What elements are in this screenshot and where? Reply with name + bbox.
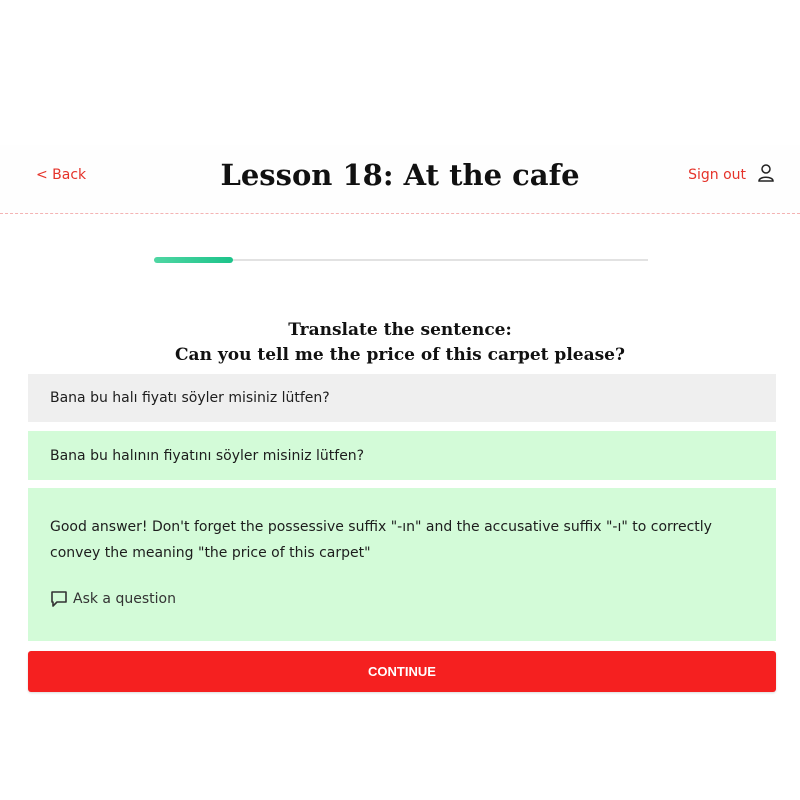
speech-bubble-icon xyxy=(51,591,67,607)
continue-button-label: CONTINUE xyxy=(368,664,436,679)
user-icon[interactable] xyxy=(756,163,776,183)
header-bar: < Back Lesson 18: At the cafe Sign out xyxy=(0,145,800,214)
sign-out-link[interactable]: Sign out xyxy=(688,167,746,183)
prompt-instruction: Translate the sentence: xyxy=(288,320,512,340)
prompt-sentence: Can you tell me the price of this carpet… xyxy=(175,345,625,365)
feedback-text: Good answer! Don't forget the possessive… xyxy=(50,519,712,561)
continue-button[interactable]: CONTINUE xyxy=(28,651,776,692)
page-title: Lesson 18: At the cafe xyxy=(220,158,580,192)
ask-question-button[interactable]: Ask a question xyxy=(50,590,176,608)
correct-answer-text: Bana bu halının fiyatını söyler misiniz … xyxy=(50,447,365,464)
correct-answer-box: Bana bu halının fiyatını söyler misiniz … xyxy=(28,431,776,480)
lesson-progress-fill xyxy=(154,257,234,263)
lesson-progress-bar xyxy=(154,257,648,263)
ask-question-label: Ask a question xyxy=(73,591,176,607)
translation-prompt: Translate the sentence: Can you tell me … xyxy=(0,318,800,368)
user-answer-text: Bana bu halı fiyatı söyler misiniz lütfe… xyxy=(50,390,330,406)
feedback-panel: Good answer! Don't forget the possessive… xyxy=(28,488,776,641)
lesson-page: < Back Lesson 18: At the cafe Sign out T… xyxy=(0,0,800,800)
user-answer-box: Bana bu halı fiyatı söyler misiniz lütfe… xyxy=(28,374,776,422)
